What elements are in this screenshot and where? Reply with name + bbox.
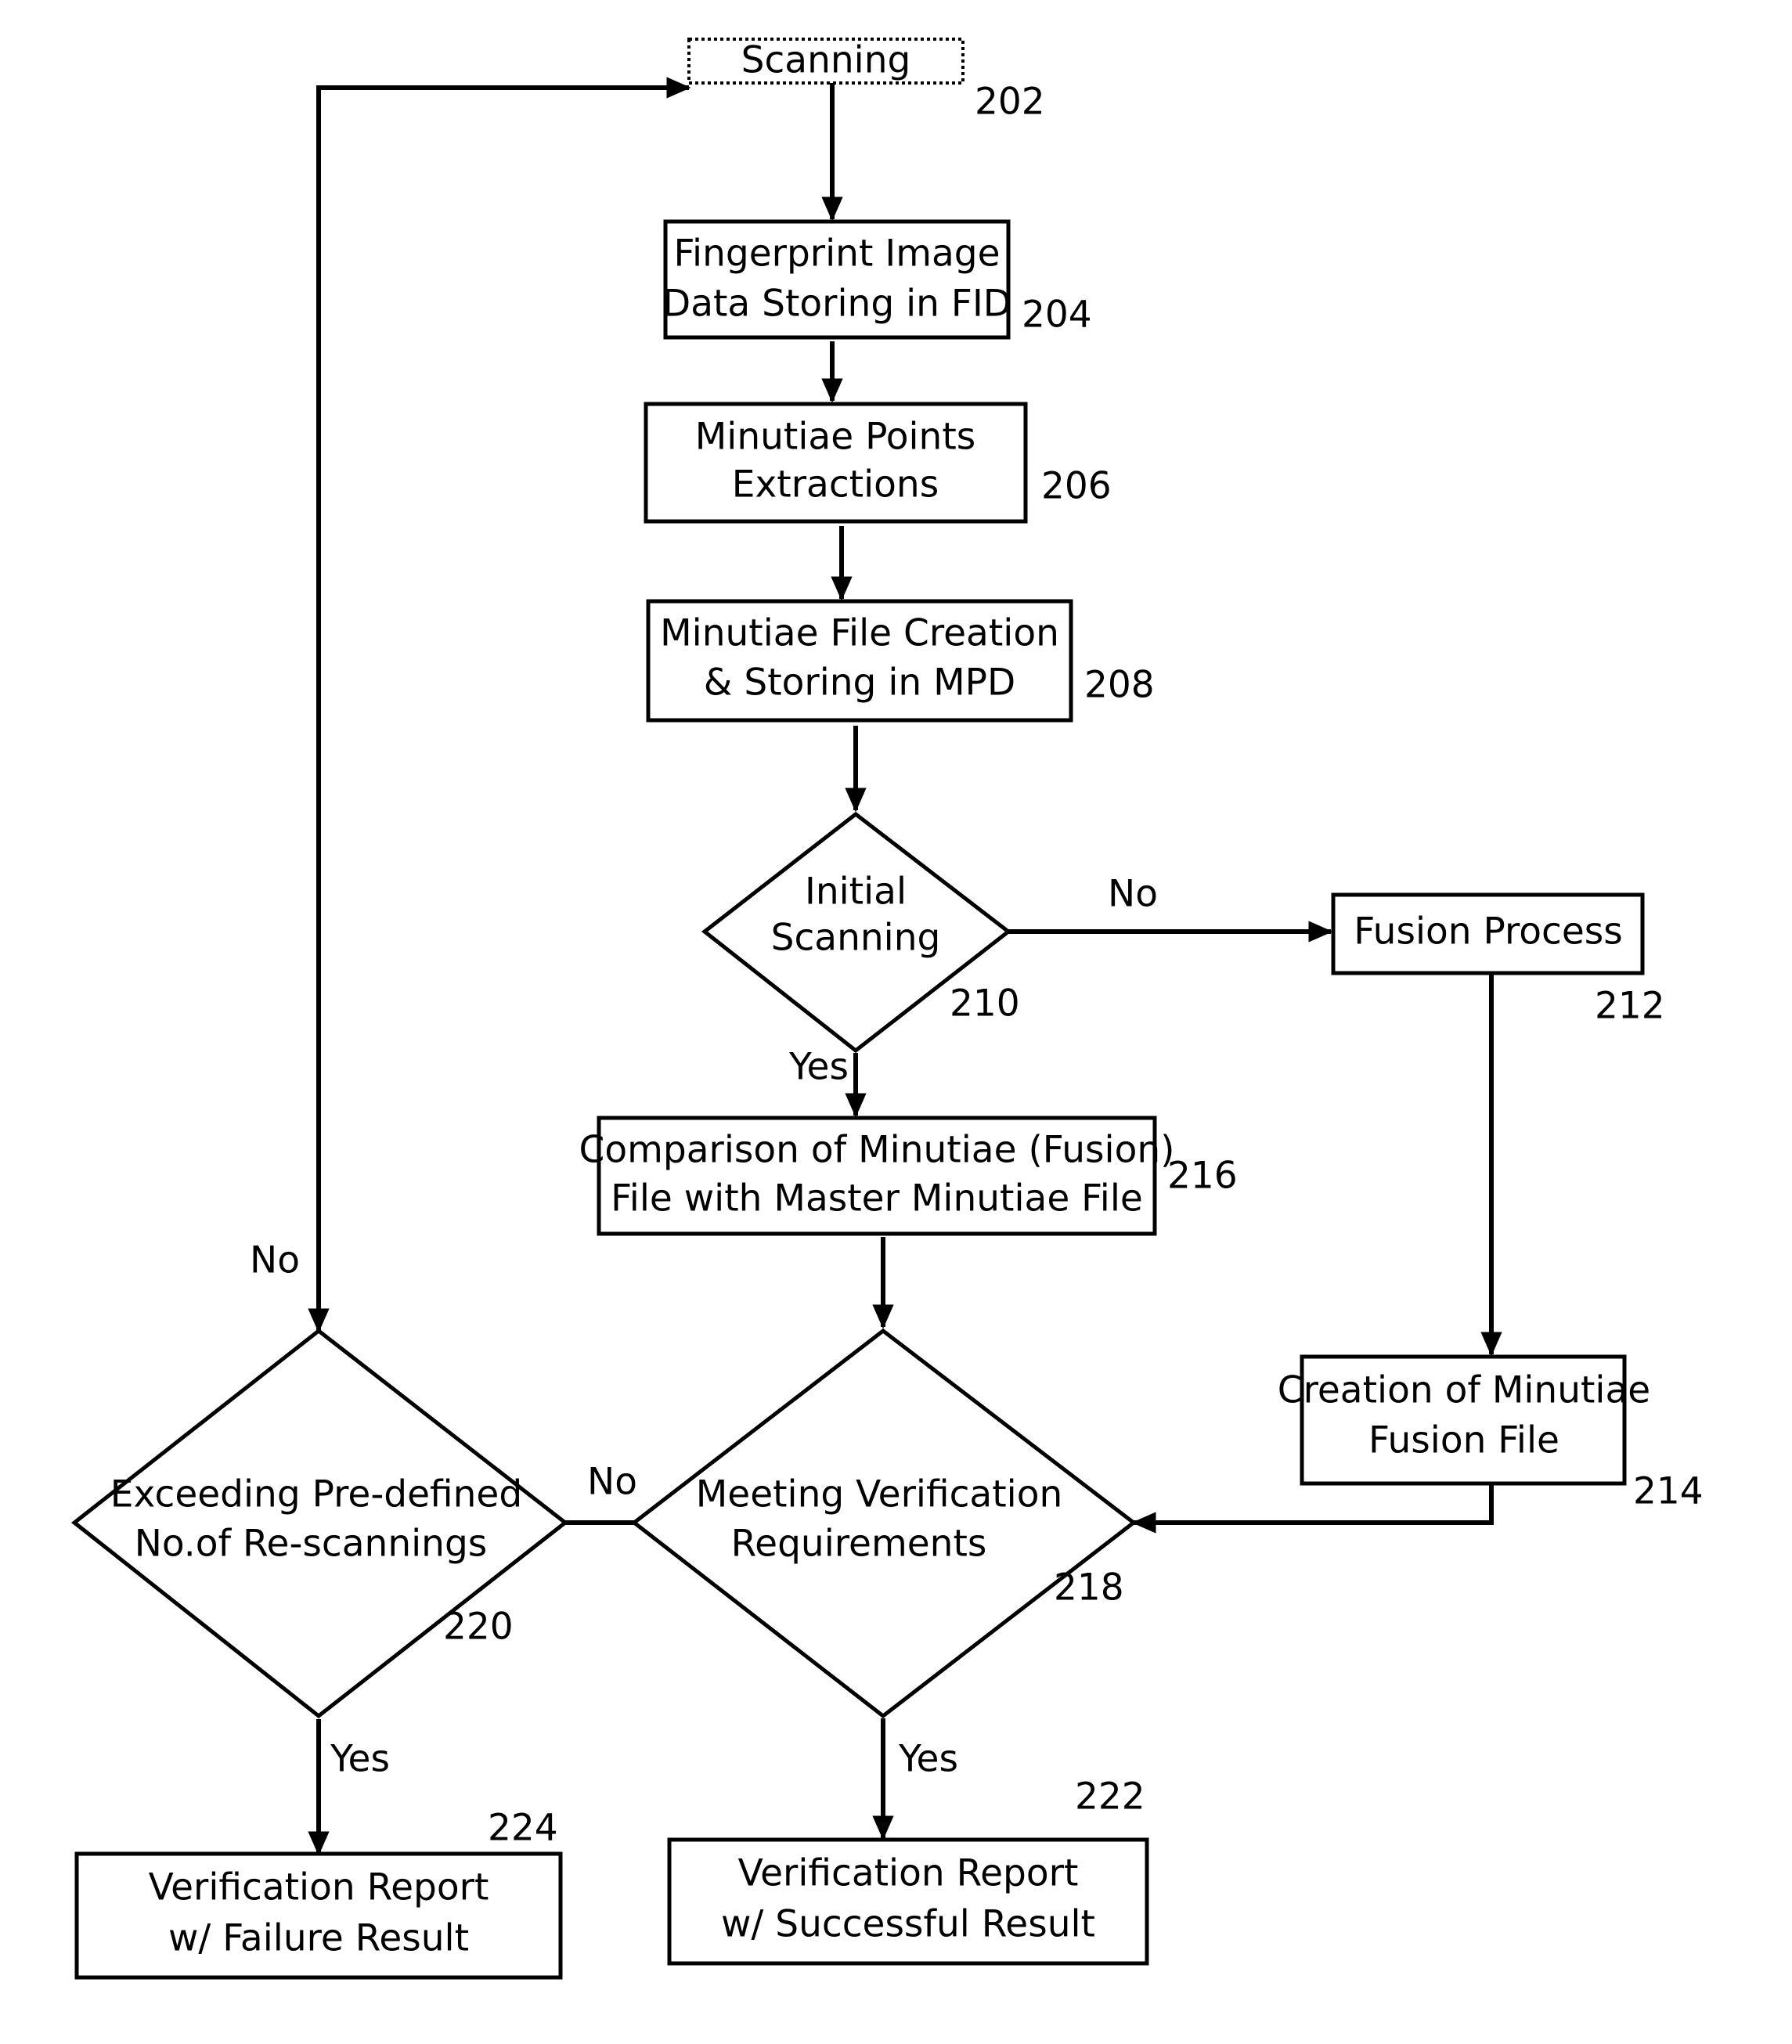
node-creation-fusion-file-line2: Fusion File <box>1368 1419 1559 1462</box>
node-meeting-verification[interactable]: Meeting Verification Requirements <box>630 1328 1138 1719</box>
edge-label-meeting-verification-no: No <box>587 1461 637 1504</box>
node-exceeding-rescans-line2: No.of Re-scannings <box>135 1523 488 1566</box>
flowchart-diagram: Scanning 202 Fingerprint Image Data Stor… <box>70 38 1704 1980</box>
node-exceeding-rescans-line1: Exceeding Pre-defined <box>110 1473 522 1516</box>
node-report-failure-line2: w/ Failure Result <box>168 1917 469 1960</box>
ref-label-212: 212 <box>1595 985 1665 1028</box>
node-comparison-line1: Comparison of Minutiae (Fusion) <box>579 1129 1175 1172</box>
node-creation-fusion-file[interactable]: Creation of Minutiae Fusion File <box>1278 1354 1650 1486</box>
node-meeting-verification-line1: Meeting Verification <box>696 1473 1063 1516</box>
flowchart-canvas: Scanning 202 Fingerprint Image Data Stor… <box>0 0 1792 2044</box>
ref-label-206: 206 <box>1041 465 1112 508</box>
node-minutiae-extraction-line2: Extractions <box>732 463 939 506</box>
edge-creationfile-to-meetingverification <box>1131 1485 1494 1534</box>
node-minutiae-file-creation[interactable]: Minutiae File Creation & Storing in MPD <box>646 599 1073 723</box>
node-minutiae-extraction[interactable]: Minutiae Points Extractions <box>644 402 1028 524</box>
node-scanning[interactable]: Scanning <box>687 38 965 85</box>
ref-label-214: 214 <box>1633 1470 1704 1513</box>
ref-label-222: 222 <box>1075 1775 1145 1819</box>
node-fusion-process[interactable]: Fusion Process <box>1331 892 1645 975</box>
ref-label-216: 216 <box>1167 1155 1238 1198</box>
edge-label-initial-scanning-no: No <box>1108 873 1158 916</box>
edge-label-exceeding-yes: Yes <box>330 1738 390 1781</box>
node-report-failure[interactable]: Verification Report w/ Failure Result <box>74 1851 563 1980</box>
edge-label-meeting-verification-yes: Yes <box>898 1738 958 1781</box>
node-exceeding-rescans[interactable]: Exceeding Pre-defined No.of Re-scannings <box>70 1328 569 1719</box>
node-comparison-line2: File with Master Minutiae File <box>611 1177 1143 1220</box>
node-fusion-process-label: Fusion Process <box>1354 910 1623 954</box>
ref-label-208: 208 <box>1084 664 1155 707</box>
node-initial-scanning-line1: Initial <box>805 871 907 914</box>
node-meeting-verification-line2: Requirements <box>731 1523 987 1566</box>
ref-label-210: 210 <box>950 982 1020 1026</box>
node-creation-fusion-file-line1: Creation of Minutiae <box>1278 1369 1650 1412</box>
ref-label-202: 202 <box>975 81 1045 124</box>
ref-label-218: 218 <box>1054 1566 1124 1610</box>
ref-label-220: 220 <box>443 1606 514 1649</box>
node-fingerprint-storing-line2: Data Storing in FID <box>662 283 1011 326</box>
node-minutiae-file-creation-line2: & Storing in MPD <box>704 662 1015 705</box>
node-initial-scanning-line2: Scanning <box>771 917 941 960</box>
node-report-success-line2: w/ Successful Result <box>721 1903 1095 1946</box>
node-fingerprint-storing[interactable]: Fingerprint Image Data Storing in FID <box>662 219 1011 340</box>
node-fingerprint-storing-line1: Fingerprint Image <box>673 233 1000 276</box>
node-scanning-label: Scanning <box>741 39 911 82</box>
node-report-success-line1: Verification Report <box>738 1852 1079 1895</box>
node-minutiae-extraction-line1: Minutiae Points <box>695 416 976 459</box>
node-report-success[interactable]: Verification Report w/ Successful Result <box>667 1837 1149 1966</box>
ref-label-204: 204 <box>1022 294 1092 337</box>
node-report-failure-line1: Verification Report <box>149 1866 489 1909</box>
edge-label-exceeding-no: No <box>250 1239 300 1282</box>
node-minutiae-file-creation-line1: Minutiae File Creation <box>660 612 1059 655</box>
node-comparison[interactable]: Comparison of Minutiae (Fusion) File wit… <box>579 1116 1175 1236</box>
edge-label-initial-scanning-yes: Yes <box>788 1046 849 1089</box>
ref-label-224: 224 <box>488 1807 558 1850</box>
